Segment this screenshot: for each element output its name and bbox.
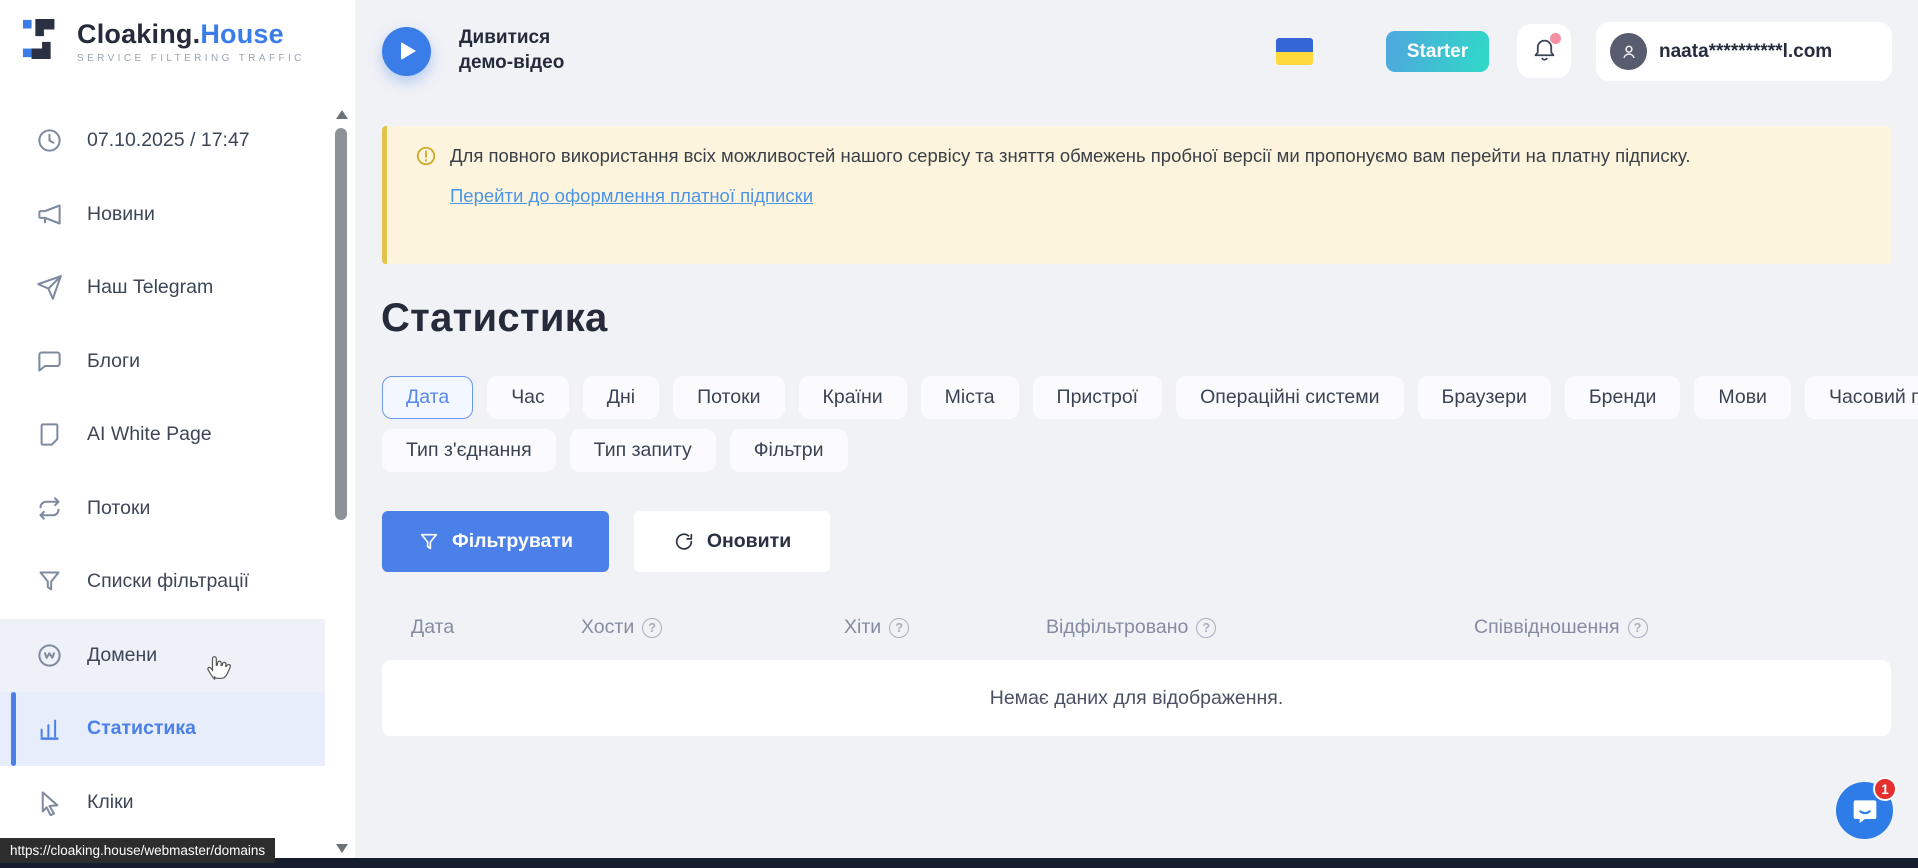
domain-icon (36, 642, 63, 669)
col-ratio: Співвідношення? (1474, 616, 1648, 639)
help-icon[interactable]: ? (889, 618, 909, 638)
logo[interactable]: Cloaking.House SERVICE FILTERING TRAFFIC (22, 16, 305, 67)
scroll-up-arrow[interactable] (336, 110, 348, 119)
sidebar-item-telegram[interactable]: Наш Telegram (0, 251, 325, 325)
chat-widget-icon (1849, 795, 1881, 827)
megaphone-icon (36, 201, 63, 228)
sidebar-item-filter-lists[interactable]: Списки фільтрації (0, 545, 325, 619)
logo-subtitle: SERVICE FILTERING TRAFFIC (77, 53, 305, 64)
tab-connection-type[interactable]: Тип з'єднання (382, 429, 556, 472)
tab-days[interactable]: Дні (583, 376, 659, 419)
sidebar: Cloaking.House SERVICE FILTERING TRAFFIC… (0, 0, 355, 868)
user-email: naata**********l.com (1659, 41, 1832, 63)
scroll-down-arrow[interactable] (336, 844, 348, 853)
language-flag-ukraine[interactable] (1276, 38, 1313, 65)
tab-request-type[interactable]: Тип запиту (570, 429, 716, 472)
tab-countries[interactable]: Країни (799, 376, 907, 419)
filter-button[interactable]: Фільтрувати (382, 511, 609, 572)
window-bottom-edge (0, 858, 1918, 868)
funnel-icon (36, 568, 63, 595)
tab-time[interactable]: Час (487, 376, 569, 419)
tab-browsers[interactable]: Браузери (1418, 376, 1551, 419)
stats-table-header: Дата Хости? Хіти? Відфільтровано? Співві… (380, 616, 1891, 644)
col-filtered: Відфільтровано? (1046, 616, 1216, 639)
sidebar-item-datetime[interactable]: 07.10.2025 / 17:47 (0, 104, 325, 178)
filter-tabs: Дата Час Дні Потоки Країни Міста Пристро… (382, 376, 1897, 482)
user-account-chip[interactable]: naata**********l.com (1596, 22, 1892, 81)
tab-devices[interactable]: Пристрої (1033, 376, 1163, 419)
help-icon[interactable]: ? (1628, 618, 1648, 638)
logo-title: Cloaking.House (77, 19, 305, 50)
chat-bubble-icon (36, 348, 63, 375)
sync-icon (36, 495, 63, 522)
sidebar-item-clicks[interactable]: Кліки (0, 766, 325, 840)
scrollbar-thumb[interactable] (335, 128, 347, 520)
app-window: Cloaking.House SERVICE FILTERING TRAFFIC… (0, 0, 1918, 868)
sidebar-item-statistics[interactable]: Статистика (0, 692, 325, 766)
tab-timezone[interactable]: Часовий пояс (1805, 376, 1918, 419)
cursor-icon (36, 789, 63, 816)
tab-cities[interactable]: Міста (921, 376, 1019, 419)
sidebar-item-ai-white-page[interactable]: AI White Page (0, 398, 325, 472)
notifications-button[interactable] (1517, 24, 1571, 78)
banner-text: Для повного використання всіх можливосте… (450, 143, 1690, 169)
refresh-button[interactable]: Оновити (634, 511, 830, 572)
tab-operating-systems[interactable]: Операційні системи (1176, 376, 1403, 419)
notification-dot (1550, 33, 1561, 44)
clock-icon (36, 127, 63, 154)
sidebar-nav: 07.10.2025 / 17:47 Новини Наш Telegram Б… (0, 104, 325, 839)
plan-badge-button[interactable]: Starter (1386, 31, 1489, 72)
link-preview-statusbar: https://cloaking.house/webmaster/domains (0, 838, 275, 863)
demo-video-label[interactable]: Дивитися демо-відео (459, 25, 564, 75)
avatar (1610, 33, 1647, 70)
play-demo-button[interactable] (382, 27, 431, 76)
col-hosts: Хости? (581, 616, 662, 639)
tab-filters[interactable]: Фільтри (730, 429, 848, 472)
sidebar-scrollbar (334, 104, 350, 860)
tab-brands[interactable]: Бренди (1565, 376, 1681, 419)
page-title: Статистика (381, 296, 608, 341)
chat-unread-badge: 1 (1873, 777, 1897, 801)
sidebar-item-news[interactable]: Новини (0, 178, 325, 252)
warning-icon (415, 145, 437, 167)
logo-mark-icon (22, 16, 64, 67)
col-hits: Хіти? (844, 616, 909, 639)
sidebar-item-blogs[interactable]: Блоги (0, 325, 325, 399)
help-icon[interactable]: ? (1196, 618, 1216, 638)
chat-widget-button[interactable]: 1 (1836, 782, 1893, 839)
tab-data[interactable]: Дата (382, 376, 473, 419)
telegram-icon (36, 274, 63, 301)
empty-state: Немає даних для відображення. (382, 660, 1891, 736)
bar-chart-icon (36, 715, 63, 742)
col-date: Дата (411, 616, 454, 639)
upgrade-subscription-link[interactable]: Перейти до оформлення платної підписки (450, 185, 813, 207)
sidebar-item-streams[interactable]: Потоки (0, 472, 325, 546)
trial-warning-banner: Для повного використання всіх можливосте… (382, 126, 1891, 264)
funnel-icon (418, 531, 440, 553)
sidebar-item-domains[interactable]: Домени (0, 619, 325, 693)
page-icon (36, 421, 63, 448)
tab-languages[interactable]: Мови (1694, 376, 1791, 419)
help-icon[interactable]: ? (642, 618, 662, 638)
tab-streams[interactable]: Потоки (673, 376, 784, 419)
refresh-icon (673, 531, 695, 553)
